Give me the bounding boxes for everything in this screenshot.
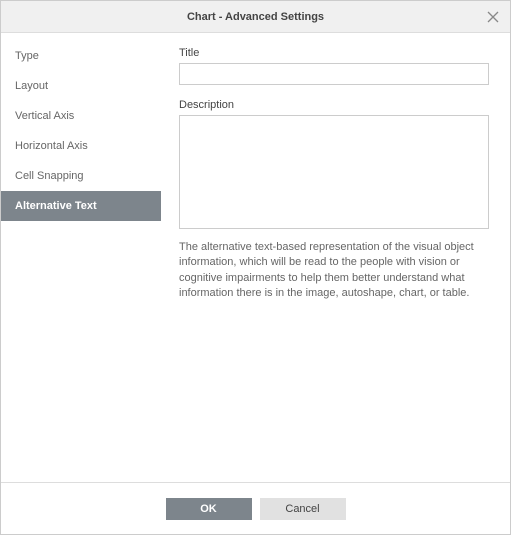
close-icon[interactable] [478,1,508,33]
sidebar-item-label: Horizontal Axis [15,140,88,152]
sidebar: Type Layout Vertical Axis Horizontal Axi… [1,33,161,482]
content-pane: Title Description The alternative text-b… [161,33,510,482]
sidebar-item-label: Vertical Axis [15,110,74,122]
sidebar-item-label: Layout [15,80,48,92]
description-textarea[interactable] [179,115,489,229]
ok-button[interactable]: OK [166,498,252,520]
help-text: The alternative text-based representatio… [179,240,489,302]
title-input[interactable] [179,63,489,85]
sidebar-item-label: Type [15,50,39,62]
sidebar-item-layout[interactable]: Layout [1,71,161,101]
sidebar-item-vertical-axis[interactable]: Vertical Axis [1,101,161,131]
dialog-footer: OK Cancel [1,482,510,534]
title-label: Title [179,47,490,59]
sidebar-item-horizontal-axis[interactable]: Horizontal Axis [1,131,161,161]
sidebar-item-label: Alternative Text [15,200,97,212]
sidebar-item-cell-snapping[interactable]: Cell Snapping [1,161,161,191]
dialog-title: Chart - Advanced Settings [1,11,510,23]
cancel-button[interactable]: Cancel [260,498,346,520]
description-label: Description [179,99,490,111]
dialog-titlebar: Chart - Advanced Settings [1,1,510,33]
chart-advanced-settings-dialog: Chart - Advanced Settings Type Layout Ve… [0,0,511,535]
sidebar-item-alternative-text[interactable]: Alternative Text [1,191,161,221]
dialog-body: Type Layout Vertical Axis Horizontal Axi… [1,33,510,482]
sidebar-item-label: Cell Snapping [15,170,84,182]
sidebar-item-type[interactable]: Type [1,41,161,71]
